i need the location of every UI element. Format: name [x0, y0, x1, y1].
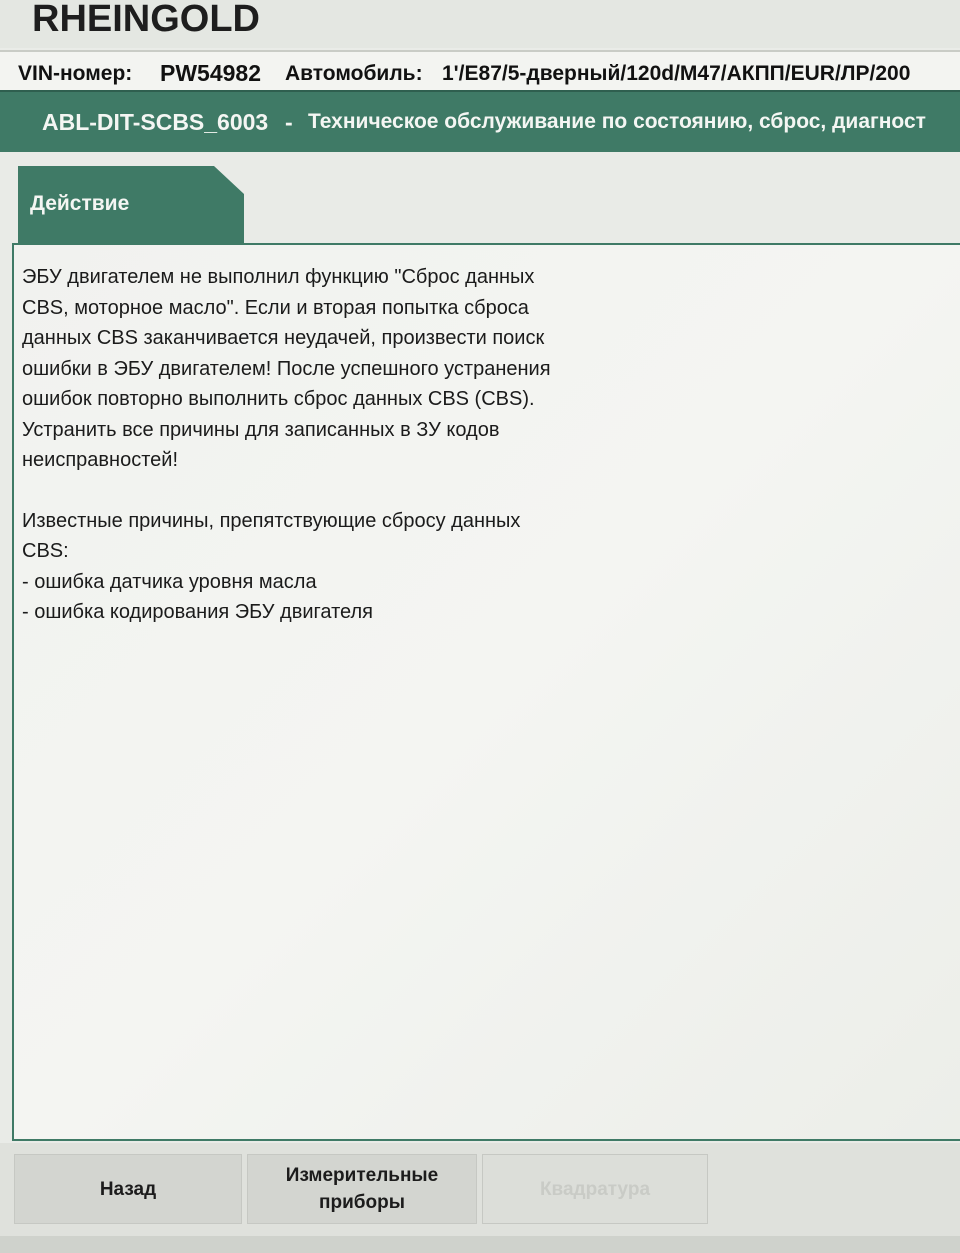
message-line: Устранить все причины для записанных в З…: [22, 418, 500, 441]
message-paragraph-1: ЭБУ двигателем не выполнил функцию "Сбро…: [22, 262, 662, 476]
disabled-button-label: Квадратура: [539, 1178, 651, 1200]
message-line: ошибки в ЭБУ двигателем! После успешного…: [22, 357, 551, 380]
message-line: - ошибка кодирования ЭБУ двигателя: [22, 601, 373, 623]
app-title: RHEINGOLD: [32, 0, 260, 40]
vin-label: VIN-номер:: [18, 62, 133, 85]
measuring-devices-button[interactable]: Измерительные приборы: [247, 1154, 477, 1224]
bottom-strip: [0, 1236, 960, 1253]
measuring-devices-label-line-2: приборы: [319, 1192, 405, 1213]
vehicle-value: 1'/E87/5-дверный/120d/M47/АКПП/EUR/ЛР/20…: [442, 62, 911, 85]
app-title-bar: RHEINGOLD: [0, 0, 960, 48]
message-line: неисправностей!: [22, 449, 178, 471]
vin-value: PW54982: [160, 60, 262, 86]
message-text: ЭБУ двигателем не выполнил функцию "Сбро…: [22, 262, 662, 628]
procedure-title: Техническое обслуживание по состоянию, с…: [308, 110, 926, 133]
vehicle-label: Автомобиль:: [285, 62, 423, 85]
disabled-button: Квадратура: [482, 1154, 708, 1224]
message-line: CBS, моторное масло". Если и вторая попы…: [22, 296, 529, 319]
procedure-header: ABL-DIT-SCBS_6003 - Техническое обслужив…: [0, 90, 960, 154]
measuring-devices-button-label: Измерительные приборы: [286, 1162, 438, 1216]
message-line: - ошибка датчика уровня масла: [22, 570, 317, 593]
vehicle-info-bar: VIN-номер: PW54982 Автомобиль: 1'/E87/5-…: [0, 50, 960, 92]
message-line: ошибок повторно выполнить сброс данных C…: [22, 388, 535, 410]
tab-action-label: Действие: [30, 192, 130, 215]
message-line: Известные причины, препятствующие сбросу…: [22, 509, 521, 532]
message-line: ЭБУ двигателем не выполнил функцию "Сбро…: [22, 266, 535, 288]
back-button-label: Назад: [99, 1178, 157, 1200]
message-line: данных CBS заканчивается неудачей, произ…: [22, 327, 545, 349]
message-paragraph-2: Известные причины, препятствующие сбросу…: [22, 506, 662, 628]
message-line: CBS:: [22, 540, 69, 562]
back-button[interactable]: Назад: [14, 1154, 242, 1224]
procedure-separator: -: [285, 109, 293, 135]
rheingold-screen: RHEINGOLD VIN-номер: PW54982 Автомобиль:…: [0, 0, 960, 1253]
measuring-devices-label-line-1: Измерительные: [285, 1165, 439, 1186]
procedure-code: ABL-DIT-SCBS_6003: [42, 109, 269, 135]
